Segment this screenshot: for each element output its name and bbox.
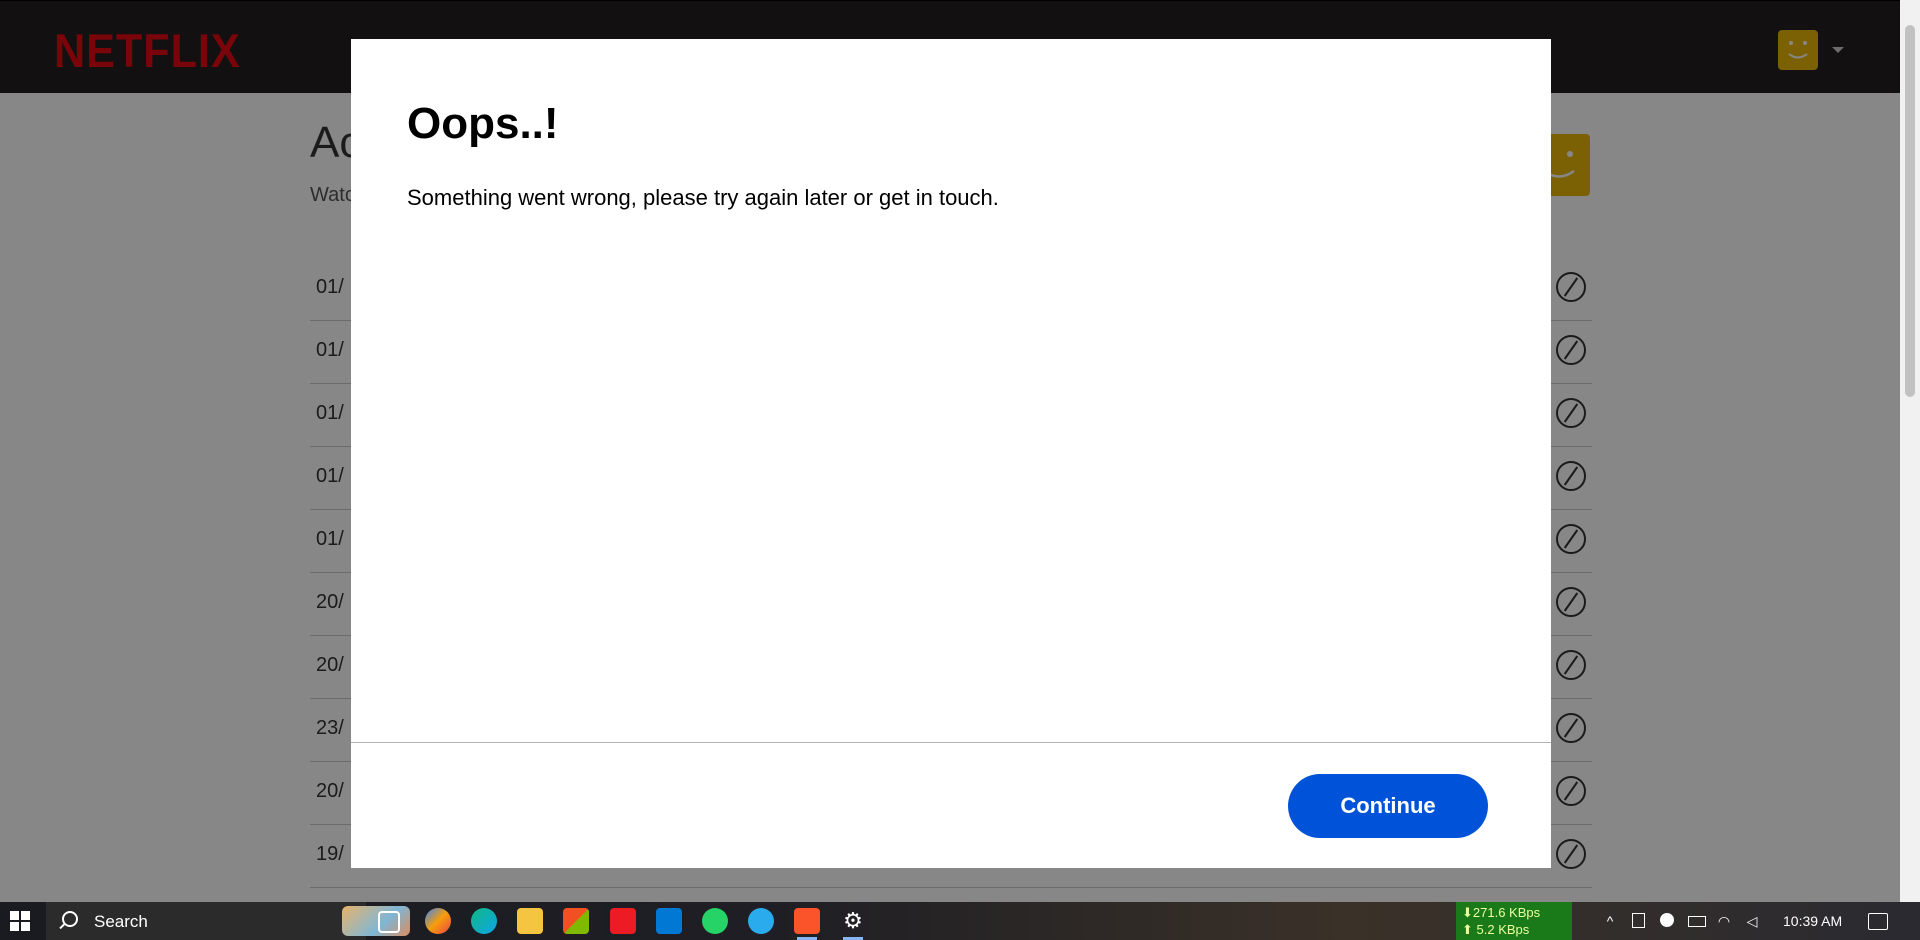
vscode-icon[interactable]: [656, 908, 682, 934]
continue-button[interactable]: Continue: [1288, 774, 1488, 838]
windows-start-icon[interactable]: [10, 911, 30, 931]
dialog-message: Something went wrong, please try again l…: [407, 185, 999, 210]
settings-gear-icon[interactable]: ⚙: [840, 908, 866, 934]
scrollbar-thumb[interactable]: [1905, 25, 1915, 397]
task-view-icon[interactable]: [378, 911, 400, 933]
copilot-icon[interactable]: [425, 908, 451, 934]
taskbar-clock[interactable]: 10:39 AM: [1783, 913, 1842, 929]
download-speed: ⬇271.6 KBps: [1462, 905, 1541, 920]
show-hidden-icons-chevron-icon[interactable]: ^: [1602, 913, 1618, 929]
network-speed-meter: ⬇271.6 KBps ⬆ 5.2 KBps: [1456, 902, 1572, 940]
whatsapp-icon[interactable]: [702, 908, 728, 934]
upload-speed: ⬆ 5.2 KBps: [1462, 922, 1530, 937]
notifications-icon[interactable]: [1868, 913, 1888, 930]
taskbar-search[interactable]: Search: [46, 902, 410, 940]
dialog-divider: [351, 742, 1551, 743]
file-explorer-icon[interactable]: [517, 908, 543, 934]
windows-taskbar: Search ⚙ ⬇271.6 KBps ⬆ 5.2 KBps ^ ◠ ◁ 10…: [0, 902, 1920, 940]
brave-browser-icon[interactable]: [794, 908, 820, 934]
error-dialog: Oops..! Something went wrong, please try…: [351, 39, 1551, 868]
search-icon: [62, 911, 78, 927]
amd-software-icon[interactable]: [610, 908, 636, 934]
dialog-title: Oops..!: [407, 99, 559, 148]
telegram-icon[interactable]: [748, 908, 774, 934]
edge-browser-icon[interactable]: [471, 908, 497, 934]
volume-icon[interactable]: ◁: [1744, 913, 1760, 929]
search-label: Search: [94, 912, 148, 931]
microsoft-store-icon[interactable]: [563, 908, 589, 934]
device-icon[interactable]: [1632, 913, 1645, 928]
onedrive-sync-icon[interactable]: [1660, 913, 1674, 927]
battery-icon[interactable]: [1688, 916, 1706, 927]
wifi-icon[interactable]: ◠: [1716, 913, 1732, 929]
